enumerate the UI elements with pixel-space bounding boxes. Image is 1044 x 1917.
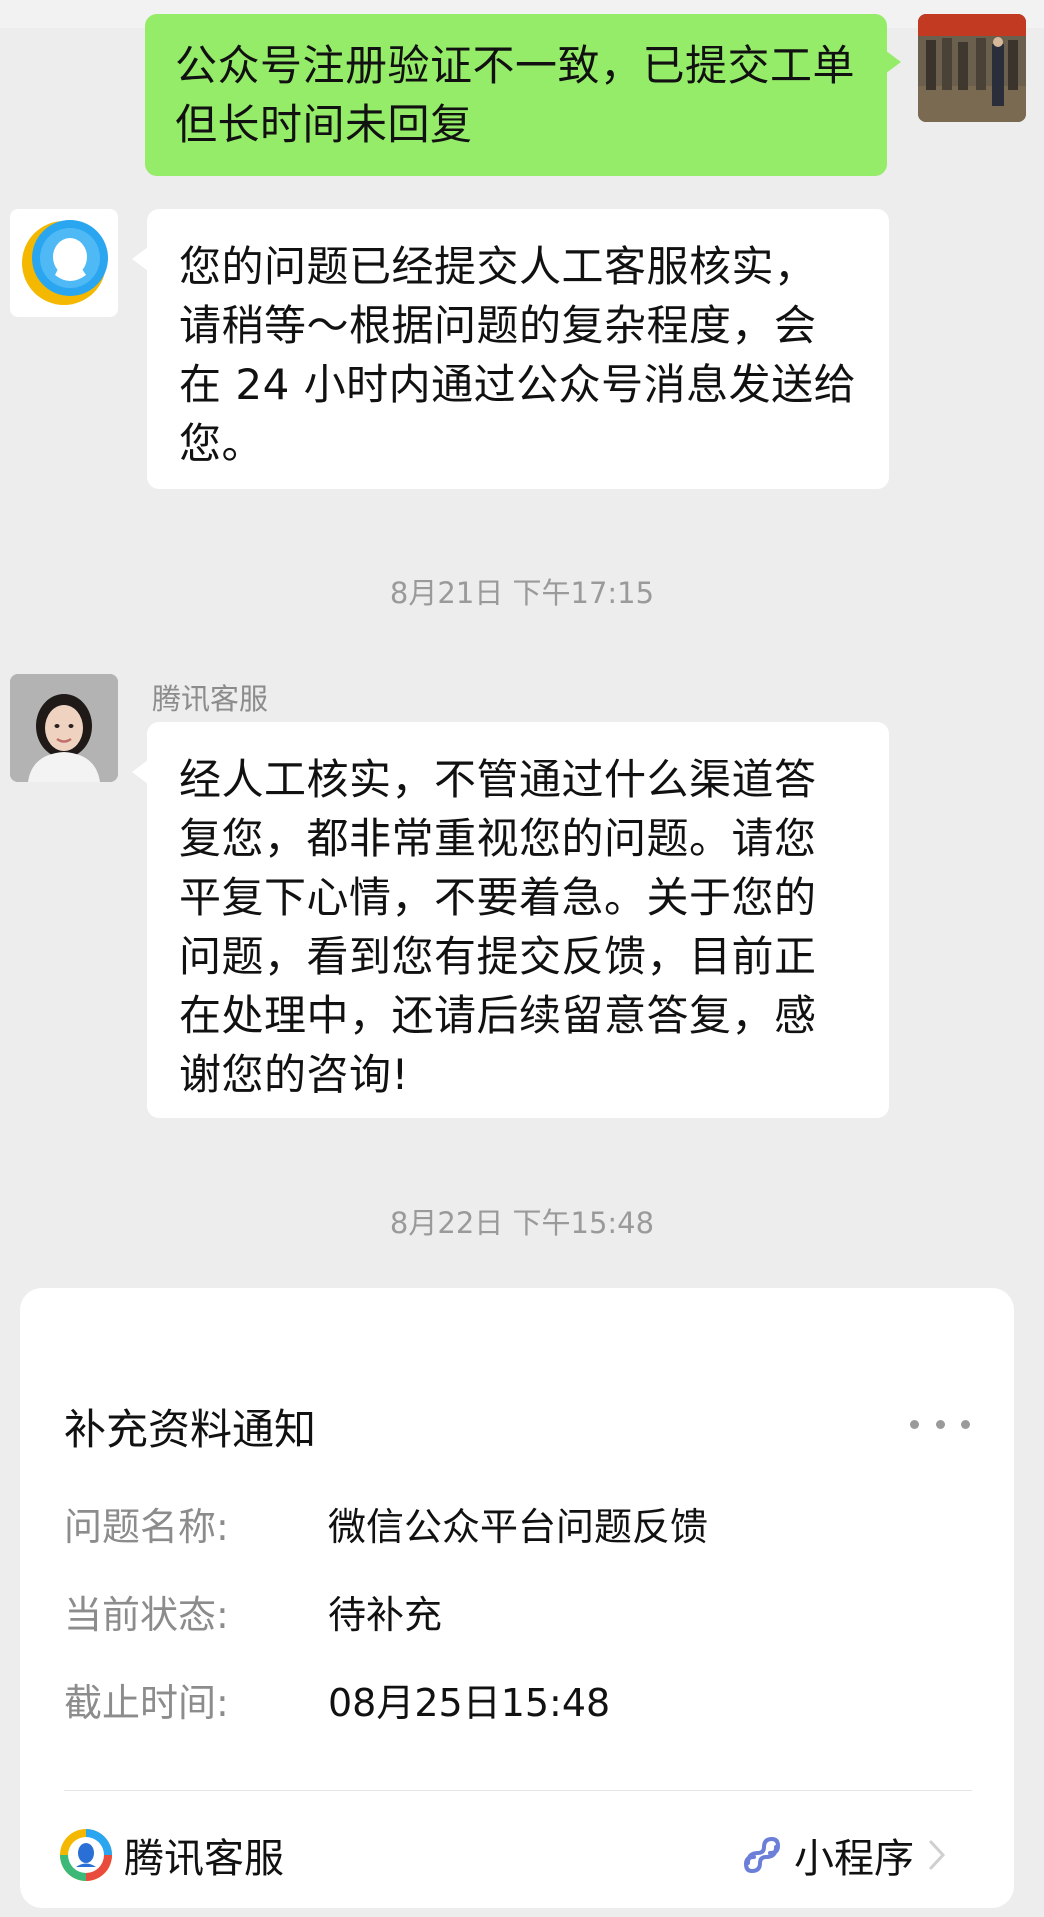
card-brand-name: 腾讯客服: [124, 1836, 284, 1882]
issue-name-label: 问题名称:: [64, 1505, 229, 1549]
sent-message-bubble[interactable]: 公众号注册验证不一致，已提交工单但长时间未回复: [145, 14, 901, 176]
card-title: 补充资料通知: [64, 1405, 317, 1454]
bot-message-bubble[interactable]: 您的问题已经提交人工客服核实，请稍等～根据问题的复杂程度，会在 24 小时内通过…: [132, 209, 889, 489]
message-timestamp: 8月21日 下午17:15: [389, 576, 655, 610]
status-label: 当前状态:: [64, 1593, 229, 1637]
tencent-service-logo-icon: [60, 1829, 112, 1881]
agent-name: 腾讯客服: [152, 682, 269, 716]
user-avatar-photo: [918, 14, 1026, 122]
card-footer-brand[interactable]: 腾讯客服: [58, 1824, 284, 1886]
notification-card[interactable]: 补充资料通知 问题名称: 微信公众平台问题反馈 当前状态: 待补充 截止时间: …: [20, 1288, 1014, 1908]
miniprogram-link-icon: [743, 1836, 781, 1874]
sent-message-text: 公众号注册验证不一致，已提交工单但长时间未回复: [175, 41, 856, 149]
agent-avatar[interactable]: [10, 674, 118, 782]
bot-avatar[interactable]: [10, 209, 118, 317]
user-avatar[interactable]: [918, 14, 1026, 122]
deadline-label: 截止时间:: [64, 1681, 229, 1725]
more-options-icon[interactable]: [910, 1404, 970, 1444]
status-value: 待补充: [328, 1593, 443, 1637]
tencent-service-bot-icon: [22, 220, 108, 305]
agent-message-text: 经人工核实，不管通过什么渠道答复您，都非常重视您的问题。请您平复下心情，不要着急…: [179, 755, 817, 1099]
miniprogram-label: 小程序: [794, 1836, 914, 1882]
agent-avatar-photo: [10, 674, 118, 782]
message-timestamp: 8月22日 下午15:48: [389, 1206, 655, 1240]
agent-message-bubble[interactable]: 经人工核实，不管通过什么渠道答复您，都非常重视您的问题。请您平复下心情，不要着急…: [132, 722, 889, 1118]
issue-name-value: 微信公众平台问题反馈: [328, 1505, 709, 1549]
bot-message-text: 您的问题已经提交人工客服核实，请稍等～根据问题的复杂程度，会在 24 小时内通过…: [179, 242, 857, 468]
deadline-value: 08月25日15:48: [328, 1681, 611, 1725]
card-divider: [64, 1790, 972, 1791]
chevron-right-icon: [929, 1840, 946, 1870]
miniprogram-link[interactable]: 小程序: [740, 1824, 946, 1886]
